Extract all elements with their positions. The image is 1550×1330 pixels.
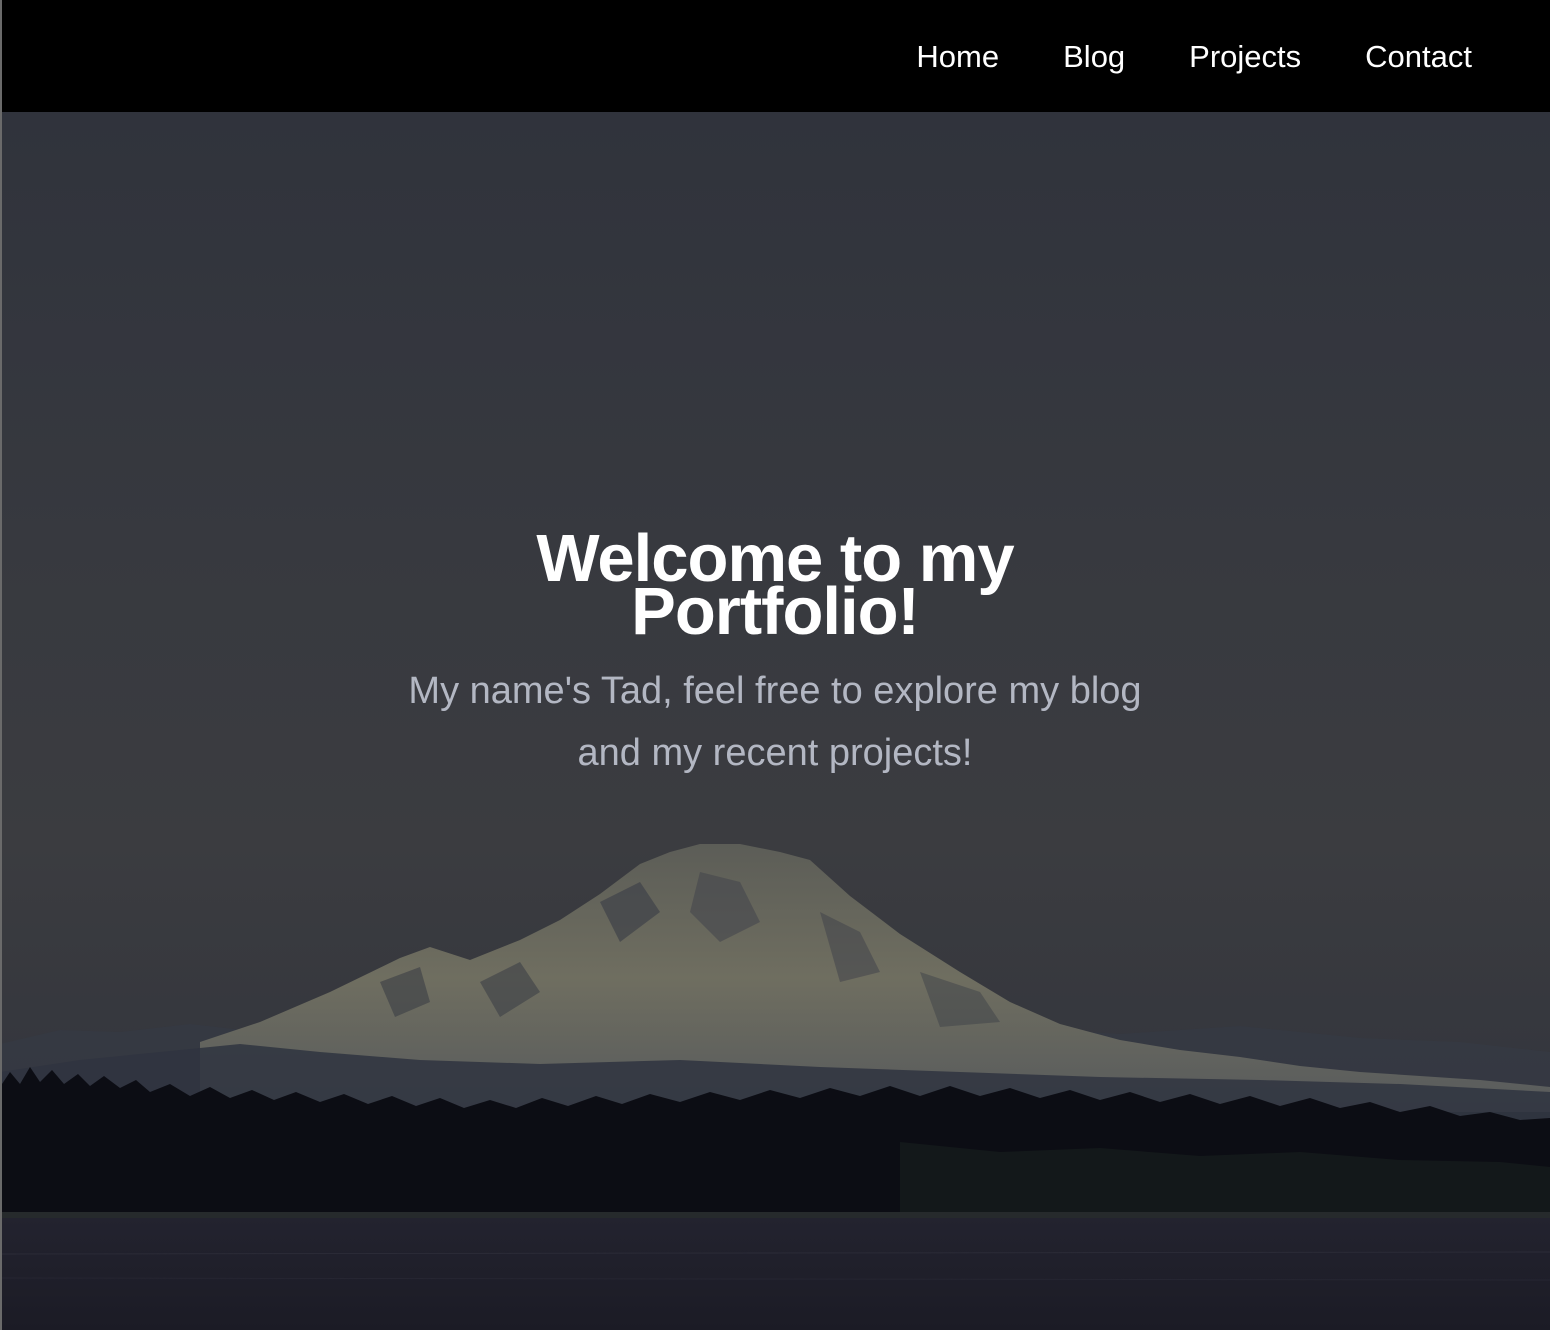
hero-subtitle: My name's Tad, feel free to explore my b…	[408, 670, 1142, 774]
nav-link-projects[interactable]: Projects	[1189, 39, 1301, 74]
navbar: Home Blog Projects Contact	[0, 0, 1550, 112]
hero-title: Welcome to my Portfolio!	[536, 521, 1014, 649]
hero-section: Welcome to my Portfolio! My name's Tad, …	[0, 112, 1550, 1330]
window-edge	[0, 0, 2, 1330]
nav-link-blog[interactable]: Blog	[1063, 39, 1125, 74]
page: Home Blog Projects Contact Welcome to my…	[0, 0, 1550, 1330]
nav-link-contact[interactable]: Contact	[1365, 39, 1472, 74]
nav-link-home[interactable]: Home	[916, 39, 999, 74]
nav-links: Home Blog Projects Contact	[852, 0, 1472, 112]
hero-content: Welcome to my Portfolio! My name's Tad, …	[0, 521, 1550, 784]
